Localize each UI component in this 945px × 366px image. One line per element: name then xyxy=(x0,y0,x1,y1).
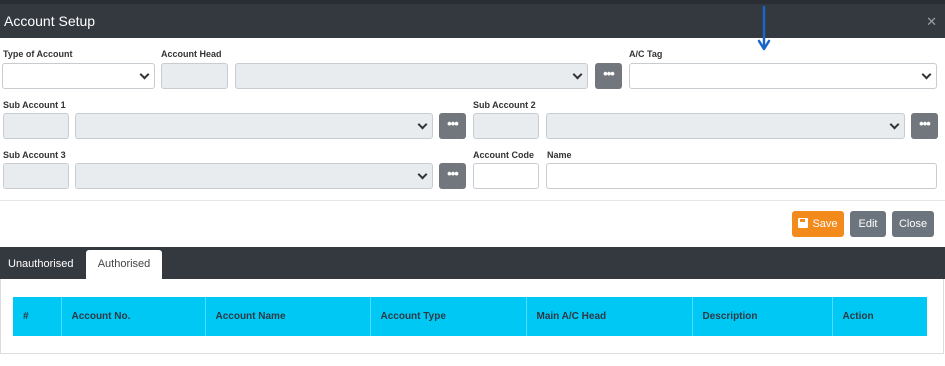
chevron-down-icon xyxy=(417,119,428,130)
account-code-label: Account Code xyxy=(473,150,535,160)
sub-account-2-more-button[interactable]: ••• xyxy=(911,113,938,139)
sub-account-2-label: Sub Account 2 xyxy=(473,100,536,110)
account-code-input[interactable] xyxy=(473,163,539,189)
chevron-down-icon xyxy=(572,69,583,80)
account-head-more-button[interactable]: ••• xyxy=(595,63,622,89)
sub-account-1-code-field[interactable] xyxy=(3,113,69,139)
name-label: Name xyxy=(547,150,572,160)
chevron-down-icon xyxy=(417,169,428,180)
column-header-account-name[interactable]: Account Name xyxy=(205,297,371,336)
chevron-down-icon xyxy=(921,69,932,80)
type-of-account-select[interactable] xyxy=(2,63,155,89)
save-button[interactable]: Save xyxy=(792,211,844,237)
account-head-select[interactable] xyxy=(235,63,588,89)
annotation-arrow-icon xyxy=(757,5,771,51)
ac-tag-select[interactable] xyxy=(629,63,937,89)
column-header-account-no[interactable]: Account No. xyxy=(61,297,206,336)
sub-account-1-label: Sub Account 1 xyxy=(3,100,66,110)
edit-button[interactable]: Edit xyxy=(850,211,886,237)
column-header-description[interactable]: Description xyxy=(692,297,833,336)
dialog-titlebar: Account Setup ✕ xyxy=(0,0,945,38)
table-header-row: # Account No. Account Name Account Type … xyxy=(13,297,927,336)
close-icon[interactable]: ✕ xyxy=(926,15,937,28)
floppy-disk-icon xyxy=(798,218,809,228)
chevron-down-icon xyxy=(139,69,150,80)
sub-account-2-select[interactable] xyxy=(546,113,905,139)
form-divider xyxy=(0,200,945,201)
chevron-down-icon xyxy=(889,119,900,130)
save-button-label: Save xyxy=(812,218,838,230)
sub-account-1-select[interactable] xyxy=(75,113,433,139)
ac-tag-label: A/C Tag xyxy=(629,49,663,59)
name-input[interactable] xyxy=(546,163,937,189)
sub-account-3-code-field[interactable] xyxy=(3,163,69,189)
account-head-label: Account Head xyxy=(161,49,222,59)
sub-account-3-label: Sub Account 3 xyxy=(3,150,66,160)
accounts-table-panel: # Account No. Account Name Account Type … xyxy=(0,279,944,354)
sub-account-1-more-button[interactable]: ••• xyxy=(439,113,466,139)
tab-bar: Unauthorised Authorised xyxy=(0,247,945,279)
type-of-account-label: Type of Account xyxy=(3,49,73,59)
account-head-code-field[interactable] xyxy=(161,63,228,89)
close-button[interactable]: Close xyxy=(892,211,934,237)
sub-account-3-select[interactable] xyxy=(75,163,433,189)
accounts-table: # Account No. Account Name Account Type … xyxy=(13,297,927,336)
column-header-number[interactable]: # xyxy=(13,297,62,336)
column-header-main-ac-head[interactable]: Main A/C Head xyxy=(526,297,693,336)
sub-account-2-code-field[interactable] xyxy=(473,113,539,139)
dialog-title: Account Setup xyxy=(4,13,96,29)
tab-unauthorised[interactable]: Unauthorised xyxy=(0,250,81,279)
tab-authorised[interactable]: Authorised xyxy=(86,250,162,279)
column-header-action[interactable]: Action xyxy=(832,297,927,336)
column-header-account-type[interactable]: Account Type xyxy=(370,297,527,336)
sub-account-3-more-button[interactable]: ••• xyxy=(439,163,466,189)
